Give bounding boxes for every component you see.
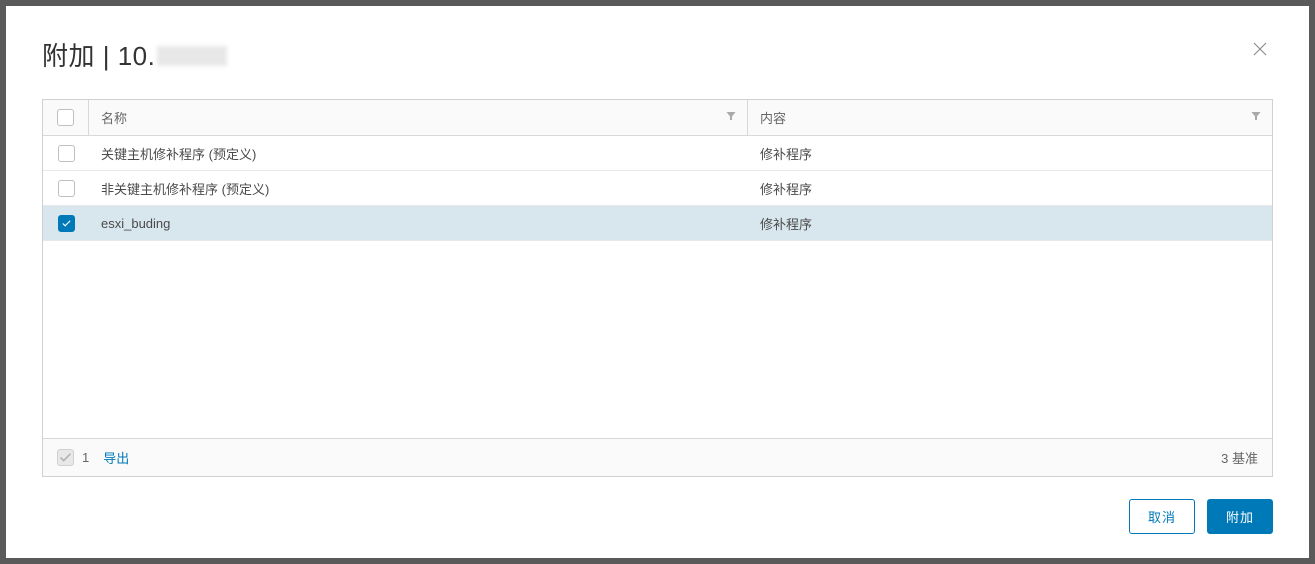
filter-name-button[interactable] <box>725 109 737 127</box>
row-name: 非关键主机修补程序 (预定义) <box>89 171 748 205</box>
row-checkbox[interactable] <box>58 180 75 197</box>
header-content-cell[interactable]: 内容 <box>748 100 1272 135</box>
check-icon <box>61 218 72 229</box>
table-row[interactable]: esxi_buding 修补程序 <box>43 206 1272 241</box>
row-content: 修补程序 <box>748 136 1272 170</box>
table-body: 关键主机修补程序 (预定义) 修补程序 非关键主机修补程序 (预定义) 修补程序… <box>43 136 1272 438</box>
attach-button[interactable]: 附加 <box>1207 499 1273 534</box>
close-button[interactable] <box>1247 36 1273 66</box>
row-name: 关键主机修补程序 (预定义) <box>89 136 748 170</box>
filter-content-button[interactable] <box>1250 109 1262 127</box>
header-name-label: 名称 <box>101 108 127 127</box>
baseline-table: 名称 内容 关键主机修补程序 (预定义) 修补程序 <box>42 99 1273 477</box>
cancel-button[interactable]: 取消 <box>1129 499 1195 534</box>
export-link[interactable]: 导出 <box>103 448 129 467</box>
total-count: 3 基准 <box>1221 448 1258 467</box>
selected-indicator: 1 <box>57 449 89 466</box>
attach-dialog: 附加 | 10. 名称 内容 <box>6 6 1309 558</box>
row-content: 修补程序 <box>748 171 1272 205</box>
title-text: 附加 | 10. <box>42 41 155 71</box>
filter-icon <box>725 110 737 122</box>
dialog-header: 附加 | 10. <box>42 36 1273 73</box>
table-header-row: 名称 内容 <box>43 100 1272 136</box>
header-content-label: 内容 <box>760 108 786 127</box>
footer-left: 1 导出 <box>57 448 129 467</box>
row-name: esxi_buding <box>89 206 748 240</box>
select-all-checkbox[interactable] <box>57 109 74 126</box>
filter-icon <box>1250 110 1262 122</box>
selected-count: 1 <box>82 450 89 465</box>
row-checkbox[interactable] <box>58 215 75 232</box>
close-icon <box>1251 40 1269 58</box>
check-icon <box>58 450 73 465</box>
row-checkbox[interactable] <box>58 145 75 162</box>
header-name-cell[interactable]: 名称 <box>89 100 748 135</box>
footer-selected-icon <box>57 449 74 466</box>
table-footer: 1 导出 3 基准 <box>43 438 1272 476</box>
dialog-actions: 取消 附加 <box>42 499 1273 534</box>
table-row[interactable]: 关键主机修补程序 (预定义) 修补程序 <box>43 136 1272 171</box>
header-checkbox-cell <box>43 100 89 135</box>
dialog-title: 附加 | 10. <box>42 36 227 73</box>
ip-redacted <box>157 46 227 66</box>
row-content: 修补程序 <box>748 206 1272 240</box>
table-row[interactable]: 非关键主机修补程序 (预定义) 修补程序 <box>43 171 1272 206</box>
